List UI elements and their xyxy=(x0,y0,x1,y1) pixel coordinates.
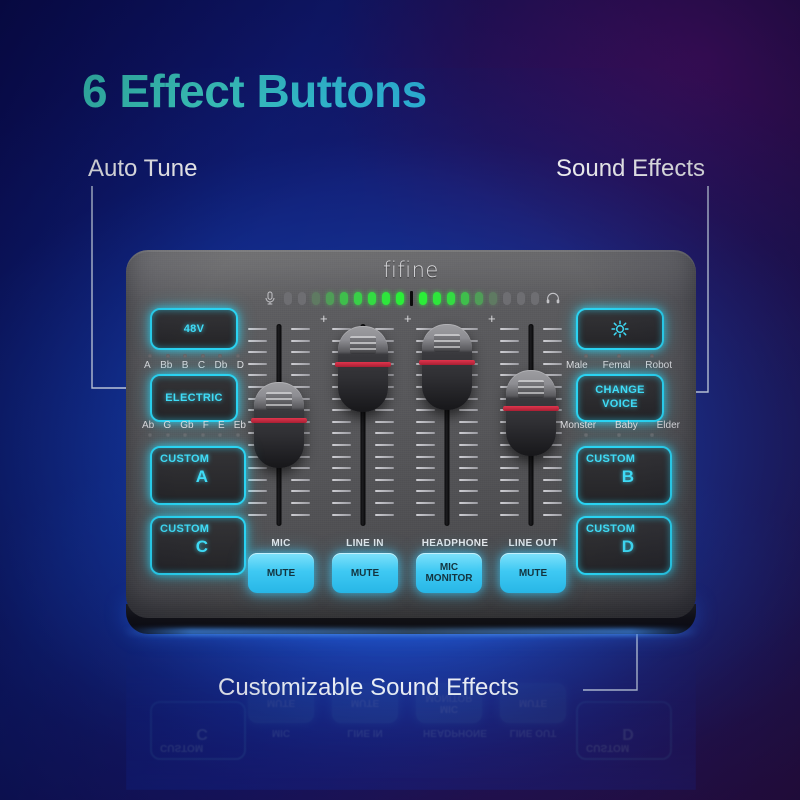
vignette-overlay xyxy=(0,0,800,800)
marketing-image: 6 Effect Buttons Auto Tune Sound Effects… xyxy=(0,0,800,800)
